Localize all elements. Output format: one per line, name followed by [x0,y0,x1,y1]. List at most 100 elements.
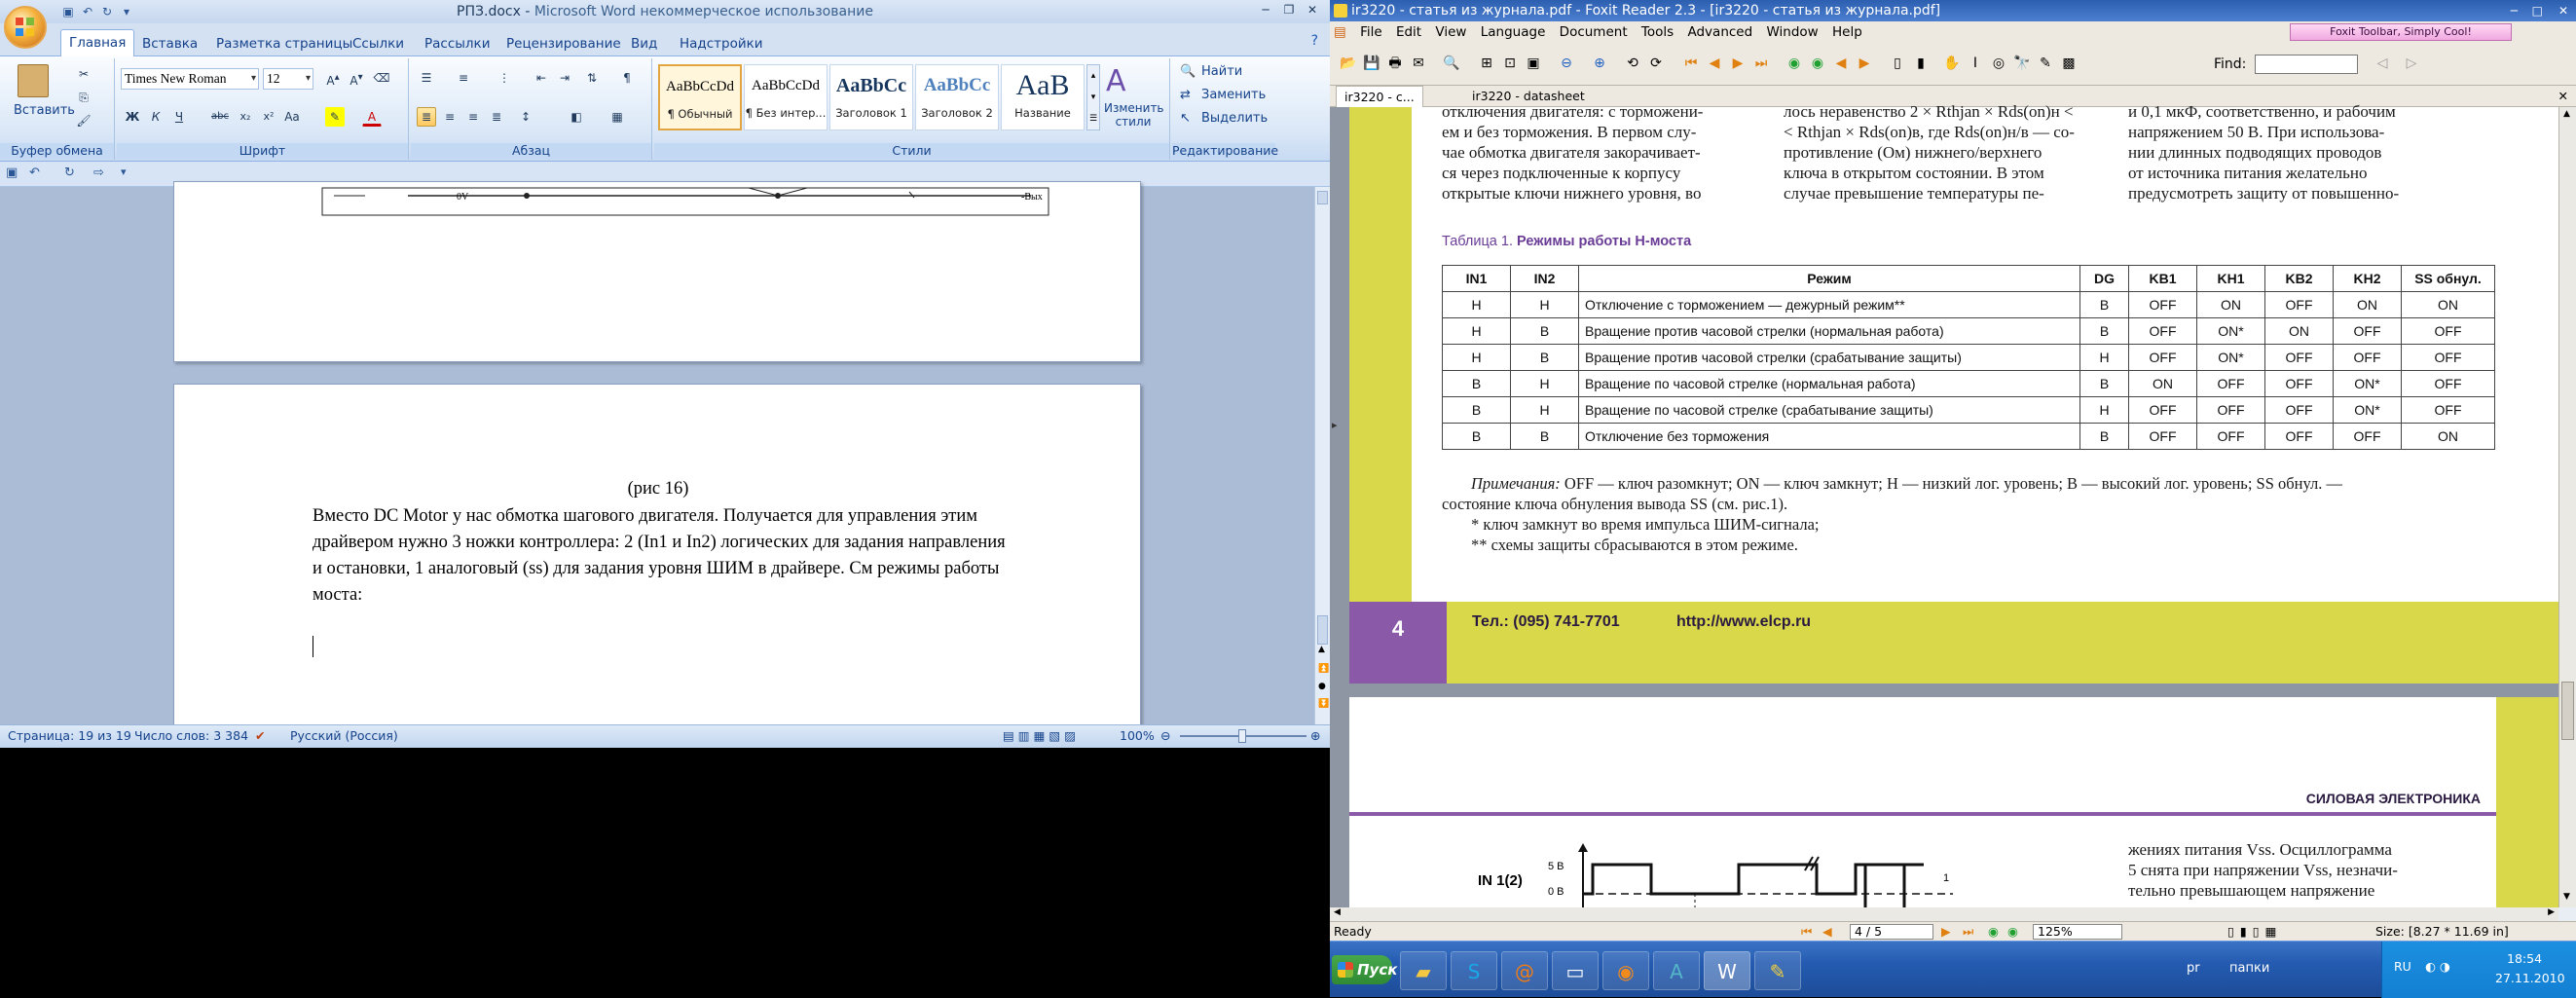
style-normal[interactable]: AaBbCcDd ¶ Обычный [658,64,742,130]
status-last-icon[interactable]: ⏭ [1963,922,1973,941]
format-painter-icon[interactable]: 🖌 [74,111,93,130]
font-color-icon[interactable]: A [362,107,382,127]
zoom-out-icon[interactable]: ⊖ [1160,725,1170,747]
scroll-up-icon[interactable]: ▲ [1318,645,1325,654]
menu-help[interactable]: Help [1832,24,1862,40]
ruler-toggle-icon[interactable] [1317,191,1328,204]
style-no-spacing[interactable]: AaBbCcDd ¶ Без интер... [744,64,828,130]
clock-time[interactable]: 18:54 [2507,951,2542,966]
shading-icon[interactable]: ◧ [567,107,586,127]
footer-site[interactable]: http://www.elcp.ru [1676,613,1811,631]
zoom-level[interactable]: 100% [1120,725,1155,747]
increase-indent-icon[interactable]: ⇥ [555,68,574,88]
status-forward-icon[interactable]: ◉ [2007,922,2018,941]
fit-width-icon[interactable]: ⊡ [1499,53,1521,74]
tray-item[interactable]: папки [2229,961,2269,976]
previous-view-icon[interactable]: ◀ [1830,53,1852,74]
status-prev-icon[interactable]: ◀ [1822,922,1832,941]
app-icon[interactable]: A [1653,951,1700,990]
zoom-in-icon[interactable]: ⊕ [1589,53,1610,74]
undo-icon[interactable]: ↶ [29,166,40,180]
select-icon[interactable]: ↖ [1180,111,1191,126]
maximize-icon[interactable]: □ [2532,0,2543,21]
comment-icon[interactable]: ✎ [2035,53,2056,74]
next-page-icon[interactable]: ⏬ [1318,699,1329,709]
tray-item[interactable]: pr [2187,961,2200,976]
back-icon[interactable]: ◉ [1784,53,1805,74]
status-first-icon[interactable]: ⏮ [1801,922,1812,941]
fit-page-icon[interactable]: ⊞ [1476,53,1497,74]
customize-icon[interactable]: ⇨ [93,166,104,180]
change-styles-button[interactable]: Изменить стили [1104,101,1164,129]
search-icon[interactable]: 🔭 [2011,53,2033,74]
doc-tab-article[interactable]: ir3220 - с... [1336,86,1423,108]
find-button[interactable]: Найти [1201,64,1242,79]
menu-advanced[interactable]: Advanced [1687,24,1752,40]
style-heading1[interactable]: AaBbCc Заголовок 1 [829,64,913,130]
styles-scroll[interactable]: ▴ ▾ ☰ [1086,64,1100,130]
replace-icon[interactable]: ⇄ [1180,88,1191,102]
zoom-slider-thumb[interactable] [1238,729,1246,743]
style-heading2[interactable]: AaBbCc Заголовок 2 [915,64,999,130]
foxit-taskbar-icon[interactable]: ✎ [1754,951,1801,990]
menu-file[interactable]: File [1360,24,1382,40]
save-icon[interactable]: ▣ [6,166,18,180]
justify-icon[interactable]: ≣ [487,107,506,127]
tab-review[interactable]: Рецензирование [498,31,629,56]
redo-icon[interactable]: ↻ [99,4,115,19]
email-icon[interactable]: ✉ [1408,53,1429,74]
proofing-icon[interactable]: ✔ [255,725,265,747]
copy-icon[interactable]: ⎘ [74,88,93,107]
bold-icon[interactable]: Ж [123,107,142,127]
prev-page-icon[interactable]: ⏫ [1318,664,1329,674]
office-button[interactable] [4,6,47,49]
panel-expand-icon[interactable]: ▸ [1332,419,1338,431]
highlight-icon[interactable]: ✎ [325,107,345,127]
style-title[interactable]: AaB Название [1001,64,1085,130]
foxit-horizontal-scrollbar[interactable]: ◀ ▶ [1330,907,2558,921]
scroll-thumb[interactable] [2561,682,2574,740]
numbering-icon[interactable]: ≡ [454,68,473,88]
qat-dropdown-icon[interactable]: ▾ [119,4,134,19]
mail-agent-icon[interactable]: @ [1501,951,1548,990]
align-left-icon[interactable]: ≣ [417,107,436,127]
foxit-toolbar-promo[interactable]: Foxit Toolbar, Simply Cool! [2290,23,2512,41]
find-prev-icon[interactable]: ◁ [2372,53,2393,74]
tab-close-icon[interactable]: ✕ [2558,86,2568,107]
change-case-icon[interactable]: Aa [282,107,302,127]
select-text-icon[interactable]: Ⅰ [1965,53,1986,74]
change-styles-icon[interactable]: A [1106,64,1126,98]
tab-mailings[interactable]: Рассылки [417,31,497,56]
tray-icons[interactable]: ◐ ◑ [2425,959,2450,974]
zoom-out-icon[interactable]: ⊖ [1556,53,1577,74]
menu-window[interactable]: Window [1766,24,1818,40]
word-taskbar-icon[interactable]: W [1704,951,1750,990]
font-name-combo[interactable]: Times New Roman [121,68,259,90]
single-page-icon[interactable]: ▯ [1887,53,1908,74]
next-view-icon[interactable]: ▶ [1854,53,1875,74]
explorer-icon[interactable]: ▰ [1400,951,1447,990]
first-page-icon[interactable]: ⏮ [1680,53,1702,74]
restore-icon[interactable]: ❐ [1279,2,1299,18]
image-icon[interactable]: ▩ [2058,53,2079,74]
redo-icon[interactable]: ↻ [64,166,75,180]
firefox-icon[interactable]: ◉ [1602,951,1649,990]
paste-button[interactable]: Вставить [14,103,75,118]
superscript-icon[interactable]: x² [259,107,278,127]
tab-view[interactable]: Вид [623,31,665,56]
zoom-in-icon[interactable]: ⊕ [1310,725,1320,747]
save-icon[interactable]: 💾 [1361,53,1382,74]
page-number-field[interactable]: 4 / 5 [1850,924,1933,940]
font-size-combo[interactable]: 12 [263,68,313,90]
align-right-icon[interactable]: ≡ [463,107,483,127]
skype-icon[interactable]: S [1451,951,1497,990]
find-next-icon[interactable]: ▷ [2401,53,2422,74]
strikethrough-icon[interactable]: abc [210,107,230,127]
last-page-icon[interactable]: ⏭ [1750,53,1772,74]
menu-view[interactable]: View [1435,24,1466,40]
tab-home[interactable]: Главная [60,29,135,57]
clock-date[interactable]: 27.11.2010 [2495,971,2565,985]
computer-icon[interactable]: ▭ [1552,951,1599,990]
italic-icon[interactable]: К [146,107,166,127]
help-icon[interactable]: ? [1311,33,1318,49]
